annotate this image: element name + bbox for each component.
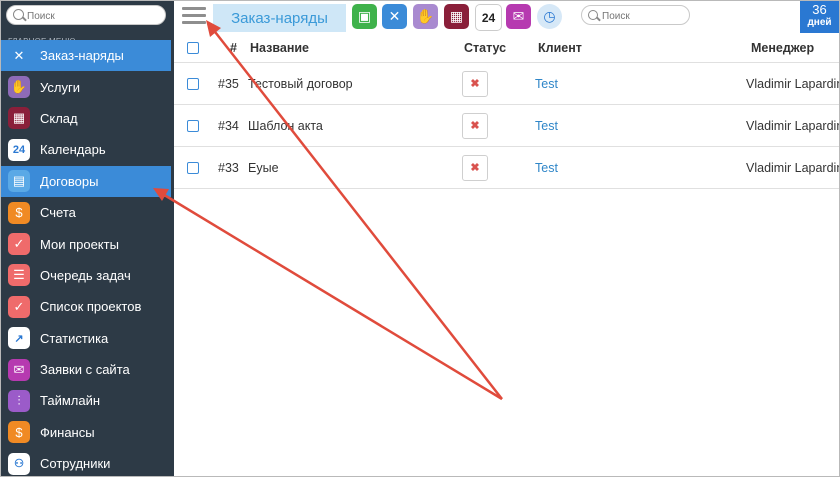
status-cancel-icon[interactable]: ✖ (462, 70, 488, 97)
sidebar-search[interactable] (6, 5, 166, 25)
sidebar-item-label: Договоры (40, 173, 99, 189)
row-number: #34 (218, 118, 239, 133)
sidebar-item[interactable]: ▤ Договоры (1, 165, 171, 197)
row-number: #33 (218, 160, 239, 175)
warehouse-icon: ▦ (8, 107, 30, 130)
page-title-tab[interactable]: Заказ-наряды (213, 4, 346, 32)
arrow-to-contracts-item (160, 191, 503, 401)
header-status[interactable]: Статус (464, 34, 506, 62)
top-search-input[interactable] (600, 7, 689, 25)
row-client[interactable]: Test (535, 105, 558, 146)
finance-icon: $ (8, 421, 30, 444)
header-name[interactable]: Название (250, 34, 309, 62)
invoice-icon: $ (8, 201, 30, 224)
header-num[interactable]: # (230, 34, 237, 62)
mail-icon: ✉ (8, 358, 30, 381)
status-cancel-icon[interactable]: ✖ (462, 112, 488, 139)
days-count: 36 (812, 2, 827, 17)
row-checkbox[interactable] (187, 105, 199, 146)
sidebar-item-label: Список проектов (40, 299, 142, 315)
sliders-icon: ⫶ (8, 389, 30, 412)
check-icon: ✓ (8, 233, 30, 256)
main-menu: ✕ Заказ-наряды ✋ Услуги ▦ Склад 24 Календарь ▤ До… (1, 40, 174, 476)
calendar-icon: 24 (8, 138, 30, 161)
warehouse-icon[interactable]: ▦ (444, 4, 469, 29)
sidebar-item[interactable]: $ Финансы (1, 417, 174, 448)
sidebar-item-label: Сотрудники (40, 456, 111, 472)
table-body: #35 Тестовый договор ✖ Test Vladimir Lapardi… (174, 63, 839, 189)
list-icon: ☰ (8, 264, 30, 287)
tools-icon[interactable]: ✕ (382, 4, 407, 29)
sidebar: ГЛАВНОЕ МЕНЮ ✕Заказ-наряды✋Услуги▦Склад2… (1, 1, 174, 476)
sidebar-item[interactable]: ☰ Очередь задач (1, 260, 174, 291)
table-row[interactable]: #33 Еуые ✖ Test Vladimir Lapardin (174, 147, 839, 189)
sidebar-item[interactable]: ▦ Склад (1, 103, 174, 134)
handshake-icon[interactable]: ✋ (413, 4, 438, 29)
sidebar-item[interactable]: ↗ Статистика (1, 323, 174, 354)
sidebar-item-label: Таймлайн (40, 393, 101, 409)
select-all-checkbox[interactable] (187, 34, 199, 62)
row-manager: Vladimir Lapardin (746, 118, 840, 133)
sidebar-item[interactable]: ✕ Заказ-наряды (1, 40, 171, 72)
document-icon: ▤ (8, 170, 30, 193)
row-checkbox[interactable] (187, 63, 199, 104)
sidebar-item-label: Статистика (40, 330, 109, 346)
status-cancel-icon[interactable]: ✖ (462, 154, 488, 181)
header-manager[interactable]: Менеджер (751, 34, 814, 62)
sidebar-item[interactable]: ✓ Мои проекты (1, 228, 174, 259)
contacts-icon[interactable]: ▣ (352, 4, 377, 29)
sidebar-item-label: Счета (40, 205, 76, 221)
sidebar-item[interactable]: ✉ Заявки с сайта (1, 354, 174, 385)
sidebar-item[interactable]: ✋ Услуги (1, 71, 174, 102)
row-status[interactable]: ✖ (462, 63, 488, 104)
sidebar-search-input[interactable] (25, 7, 164, 25)
sidebar-item-label: Склад (40, 110, 78, 126)
sidebar-item[interactable]: 24 Календарь (1, 134, 174, 165)
sidebar-item-label: Мои проекты (40, 236, 119, 252)
row-name[interactable]: Шаблон акта (248, 105, 323, 146)
days-label: дней (807, 17, 832, 28)
check-icon: ✓ (8, 295, 30, 318)
sidebar-item[interactable]: ⚇ Сотрудники (1, 448, 174, 476)
sidebar-item-label: Календарь (40, 142, 106, 158)
sidebar-item-label: Заказ-наряды (40, 48, 124, 64)
row-manager: Vladimir Lapardin (746, 160, 840, 175)
row-name[interactable]: Еуые (248, 147, 279, 188)
table-row[interactable]: #35 Тестовый договор ✖ Test Vladimir Lapardi… (174, 63, 839, 105)
row-client[interactable]: Test (535, 147, 558, 188)
trial-days-badge[interactable]: 36 дней (800, 1, 839, 33)
row-status[interactable]: ✖ (462, 147, 488, 188)
app-window: ГЛАВНОЕ МЕНЮ ✕Заказ-наряды✋Услуги▦Склад2… (0, 0, 840, 477)
row-name[interactable]: Тестовый договор (248, 63, 353, 104)
people-icon: ⚇ (8, 452, 30, 475)
contracts-table: # Название Статус Клиент Менеджер #35 Тес… (174, 34, 839, 189)
sidebar-item-label: Услуги (40, 79, 80, 95)
sidebar-item[interactable]: ✓ Список проектов (1, 291, 174, 322)
handshake-icon: ✋ (8, 76, 30, 99)
mail-icon[interactable]: ✉ (506, 4, 531, 29)
tools-icon: ✕ (8, 44, 30, 67)
row-number: #35 (218, 76, 239, 91)
clock-icon[interactable]: ◷ (537, 4, 562, 29)
header-client[interactable]: Клиент (538, 34, 582, 62)
calendar-icon[interactable]: 24 (475, 4, 502, 31)
sidebar-item-label: Финансы (40, 424, 95, 440)
sidebar-item-label: Заявки с сайта (40, 362, 130, 378)
sidebar-item[interactable]: ⫶ Таймлайн (1, 385, 174, 416)
search-icon (588, 10, 598, 20)
row-manager: Vladimir Lapardin (746, 76, 840, 91)
hamburger-menu-icon[interactable] (182, 7, 206, 25)
table-header: # Название Статус Клиент Менеджер (174, 34, 839, 63)
row-checkbox[interactable] (187, 147, 199, 188)
row-status[interactable]: ✖ (462, 105, 488, 146)
sidebar-item[interactable]: $ Счета (1, 197, 174, 228)
search-icon (13, 9, 24, 20)
top-bar: Заказ-наряды ▣✕✋▦24✉◷ 36 дней (174, 1, 839, 34)
top-search[interactable] (581, 5, 690, 25)
sidebar-item-label: Очередь задач (40, 267, 131, 283)
row-client[interactable]: Test (535, 63, 558, 104)
chart-icon: ↗ (8, 327, 30, 350)
table-row[interactable]: #34 Шаблон акта ✖ Test Vladimir Lapardin (174, 105, 839, 147)
